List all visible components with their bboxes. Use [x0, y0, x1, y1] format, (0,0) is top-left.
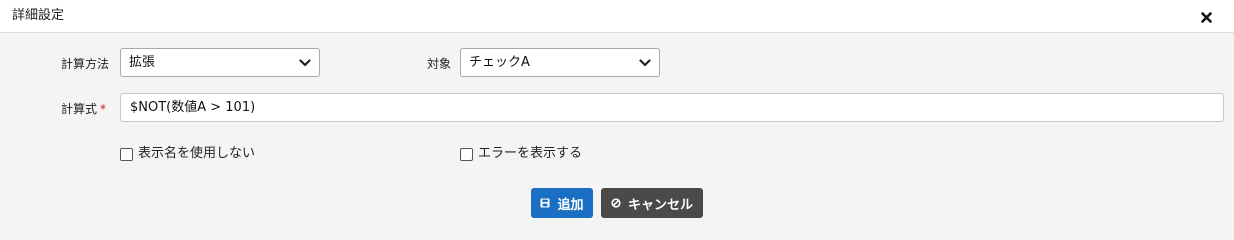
required-mark: * [100, 102, 107, 116]
dialog-header: 詳細設定 [0, 0, 1234, 33]
hide-display-name-checkbox[interactable] [120, 147, 133, 161]
hide-display-name-option[interactable]: 表示名を使用しない [120, 146, 255, 162]
add-button-label: 追加 [557, 197, 584, 213]
target-select[interactable]: チェックA [460, 48, 660, 77]
target-value: チェックA [469, 55, 530, 70]
dialog-title: 詳細設定 [12, 8, 65, 23]
show-error-checkbox[interactable] [460, 147, 473, 161]
formula-input[interactable]: $NOT(数値A > 101) [120, 93, 1224, 122]
formula-value: $NOT(数値A > 101) [130, 100, 256, 115]
add-button[interactable]: 追加 [531, 188, 593, 218]
details-dialog: 詳細設定 計算方法 拡張 対象 チェックA 計算式 * $NOT(数値A > 10… [0, 0, 1234, 233]
formula-label: 計算式 * [61, 102, 106, 116]
calc-method-label: 計算方法 [61, 57, 110, 71]
calc-method-value: 拡張 [129, 55, 156, 70]
save-icon [540, 198, 550, 208]
close-button[interactable] [1196, 7, 1216, 27]
show-error-option[interactable]: エラーを表示する [460, 146, 582, 162]
target-label: 対象 [427, 57, 452, 71]
calc-method-select[interactable]: 拡張 [120, 48, 320, 77]
cancel-button[interactable]: キャンセル [601, 188, 703, 218]
show-error-label: エラーを表示する [478, 146, 583, 161]
hide-display-name-label: 表示名を使用しない [138, 146, 256, 161]
formula-label-text: 計算式 [61, 102, 98, 116]
cancel-button-label: キャンセル [627, 197, 693, 213]
chevron-down-icon [299, 58, 311, 68]
chevron-down-icon [639, 58, 651, 68]
ban-icon [611, 198, 621, 208]
close-icon [1200, 11, 1212, 23]
